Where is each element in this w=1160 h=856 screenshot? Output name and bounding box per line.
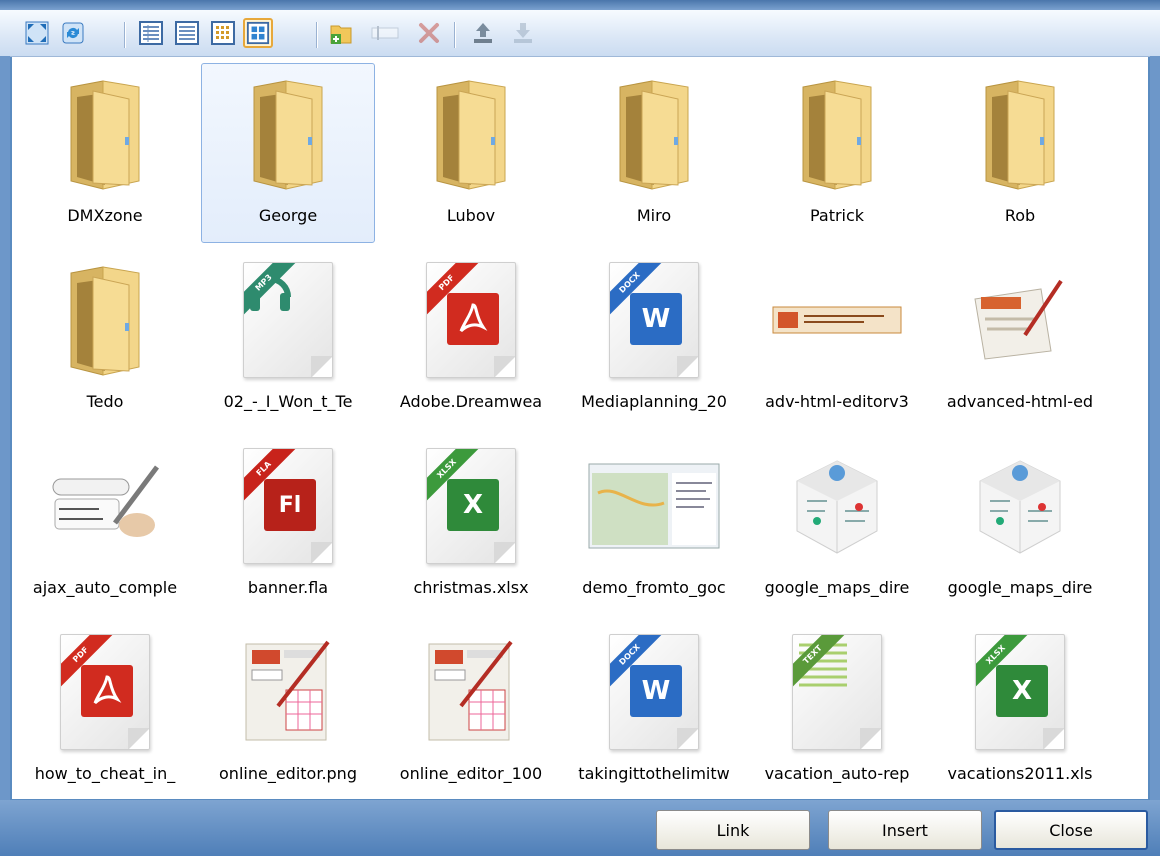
folder-icon <box>202 72 374 196</box>
folder-icon <box>934 72 1106 196</box>
online-editor-thumbnail <box>202 630 374 754</box>
item-label: George <box>258 206 318 225</box>
file-item[interactable]: FLA Fl banner.fla <box>201 435 375 615</box>
flash-icon: FLA Fl <box>202 444 374 568</box>
pdf-icon: PDF <box>385 258 557 382</box>
item-label: vacations2011.xls <box>947 764 1093 783</box>
headphones-icon: MP3 <box>202 258 374 382</box>
folder-icon <box>19 72 191 196</box>
item-label: vacation_auto-rep <box>764 764 910 783</box>
details-view-icon[interactable] <box>136 18 166 48</box>
item-label: Mediaplanning_20 <box>581 392 727 411</box>
window-top-edge <box>0 0 1160 10</box>
item-label: DMXzone <box>67 206 143 225</box>
item-label: Lubov <box>446 206 496 225</box>
file-item[interactable]: PDF how_to_cheat_in_ <box>18 621 192 799</box>
item-label: adv-html-editorv3 <box>765 392 909 411</box>
fullscreen-icon[interactable] <box>22 18 52 48</box>
toolbar-separator <box>124 22 126 48</box>
folder-icon <box>751 72 923 196</box>
maps-cube-thumbnail <box>934 444 1106 568</box>
pdf-icon: PDF <box>19 630 191 754</box>
download-icon[interactable] <box>508 18 538 48</box>
folder-icon <box>385 72 557 196</box>
online-editor-thumbnail <box>385 630 557 754</box>
item-label: demo_fromto_goc <box>582 578 726 597</box>
item-label: Miro <box>636 206 672 225</box>
item-label: takingittothelimitw <box>578 764 730 783</box>
insert-button[interactable]: Insert <box>828 810 982 850</box>
item-label: Tedo <box>86 392 124 411</box>
delete-icon[interactable] <box>414 18 444 48</box>
ajax-autocomplete-thumbnail <box>19 444 191 568</box>
upload-icon[interactable] <box>468 18 498 48</box>
file-item[interactable]: ajax_auto_comple <box>18 435 192 615</box>
toolbar <box>0 10 1160 57</box>
word-icon: DOCX W <box>568 630 740 754</box>
folder-item[interactable]: Tedo <box>18 249 192 429</box>
file-item[interactable]: demo_fromto_goc <box>567 435 741 615</box>
folder-item[interactable]: Rob <box>933 63 1107 243</box>
file-item[interactable]: PDF Adobe.Dreamwea <box>384 249 558 429</box>
text-lines-icon: TEXT <box>751 630 923 754</box>
item-label: 02_-_I_Won_t_Te <box>223 392 353 411</box>
item-label: google_maps_dire <box>947 578 1093 597</box>
item-label: Patrick <box>809 206 865 225</box>
item-label: banner.fla <box>247 578 329 597</box>
file-item[interactable]: online_editor_100 <box>384 621 558 799</box>
file-item[interactable]: XLSX X christmas.xlsx <box>384 435 558 615</box>
folder-item[interactable]: DMXzone <box>18 63 192 243</box>
file-grid: DMXzone George Lubov Miro Patrick Rob Tedo MP3 0… <box>12 57 1148 799</box>
item-label: google_maps_dire <box>764 578 910 597</box>
refresh-icon[interactable] <box>58 18 88 48</box>
folder-item[interactable]: Miro <box>567 63 741 243</box>
folder-item[interactable]: Lubov <box>384 63 558 243</box>
toolbar-separator <box>454 22 456 48</box>
html-editor-thumbnail <box>934 258 1106 382</box>
new-folder-icon[interactable] <box>326 18 356 48</box>
file-item[interactable]: google_maps_dire <box>750 435 924 615</box>
file-item[interactable]: TEXT vacation_auto-rep <box>750 621 924 799</box>
item-label: Rob <box>1004 206 1036 225</box>
file-item[interactable]: adv-html-editorv3 <box>750 249 924 429</box>
folder-item[interactable]: George <box>201 63 375 243</box>
word-icon: DOCX W <box>568 258 740 382</box>
excel-icon: XLSX X <box>934 630 1106 754</box>
rename-icon[interactable] <box>370 18 400 48</box>
item-label: ajax_auto_comple <box>32 578 178 597</box>
file-item[interactable]: google_maps_dire <box>933 435 1107 615</box>
folder-item[interactable]: Patrick <box>750 63 924 243</box>
excel-icon: XLSX X <box>385 444 557 568</box>
item-label: online_editor_100 <box>399 764 543 783</box>
item-label: advanced-html-ed <box>946 392 1094 411</box>
file-item[interactable]: advanced-html-ed <box>933 249 1107 429</box>
folder-icon <box>19 258 191 382</box>
link-button[interactable]: Link <box>656 810 810 850</box>
folder-icon <box>568 72 740 196</box>
window-left-edge <box>0 56 10 801</box>
close-button[interactable]: Close <box>994 810 1148 850</box>
thumbnails-view-icon[interactable] <box>243 18 273 48</box>
item-label: online_editor.png <box>219 764 357 783</box>
file-item[interactable]: DOCX W Mediaplanning_20 <box>567 249 741 429</box>
item-label: Adobe.Dreamwea <box>399 392 543 411</box>
file-browser-dialog: DMXzone George Lubov Miro Patrick Rob Tedo MP3 0… <box>0 0 1160 856</box>
map-screenshot-thumbnail <box>568 444 740 568</box>
file-item[interactable]: DOCX W takingittothelimitw <box>567 621 741 799</box>
toolbar-separator <box>316 22 318 48</box>
file-item[interactable]: XLSX X vacations2011.xls <box>933 621 1107 799</box>
banner-thumbnail <box>751 258 923 382</box>
dialog-button-bar: Link Insert Close <box>0 800 1160 856</box>
small-icons-view-icon[interactable] <box>208 18 238 48</box>
item-label: christmas.xlsx <box>413 578 529 597</box>
maps-cube-thumbnail <box>751 444 923 568</box>
item-label: how_to_cheat_in_ <box>34 764 176 783</box>
file-item[interactable]: online_editor.png <box>201 621 375 799</box>
file-item[interactable]: MP3 02_-_I_Won_t_Te <box>201 249 375 429</box>
window-right-edge <box>1150 56 1160 801</box>
list-view-icon[interactable] <box>172 18 202 48</box>
